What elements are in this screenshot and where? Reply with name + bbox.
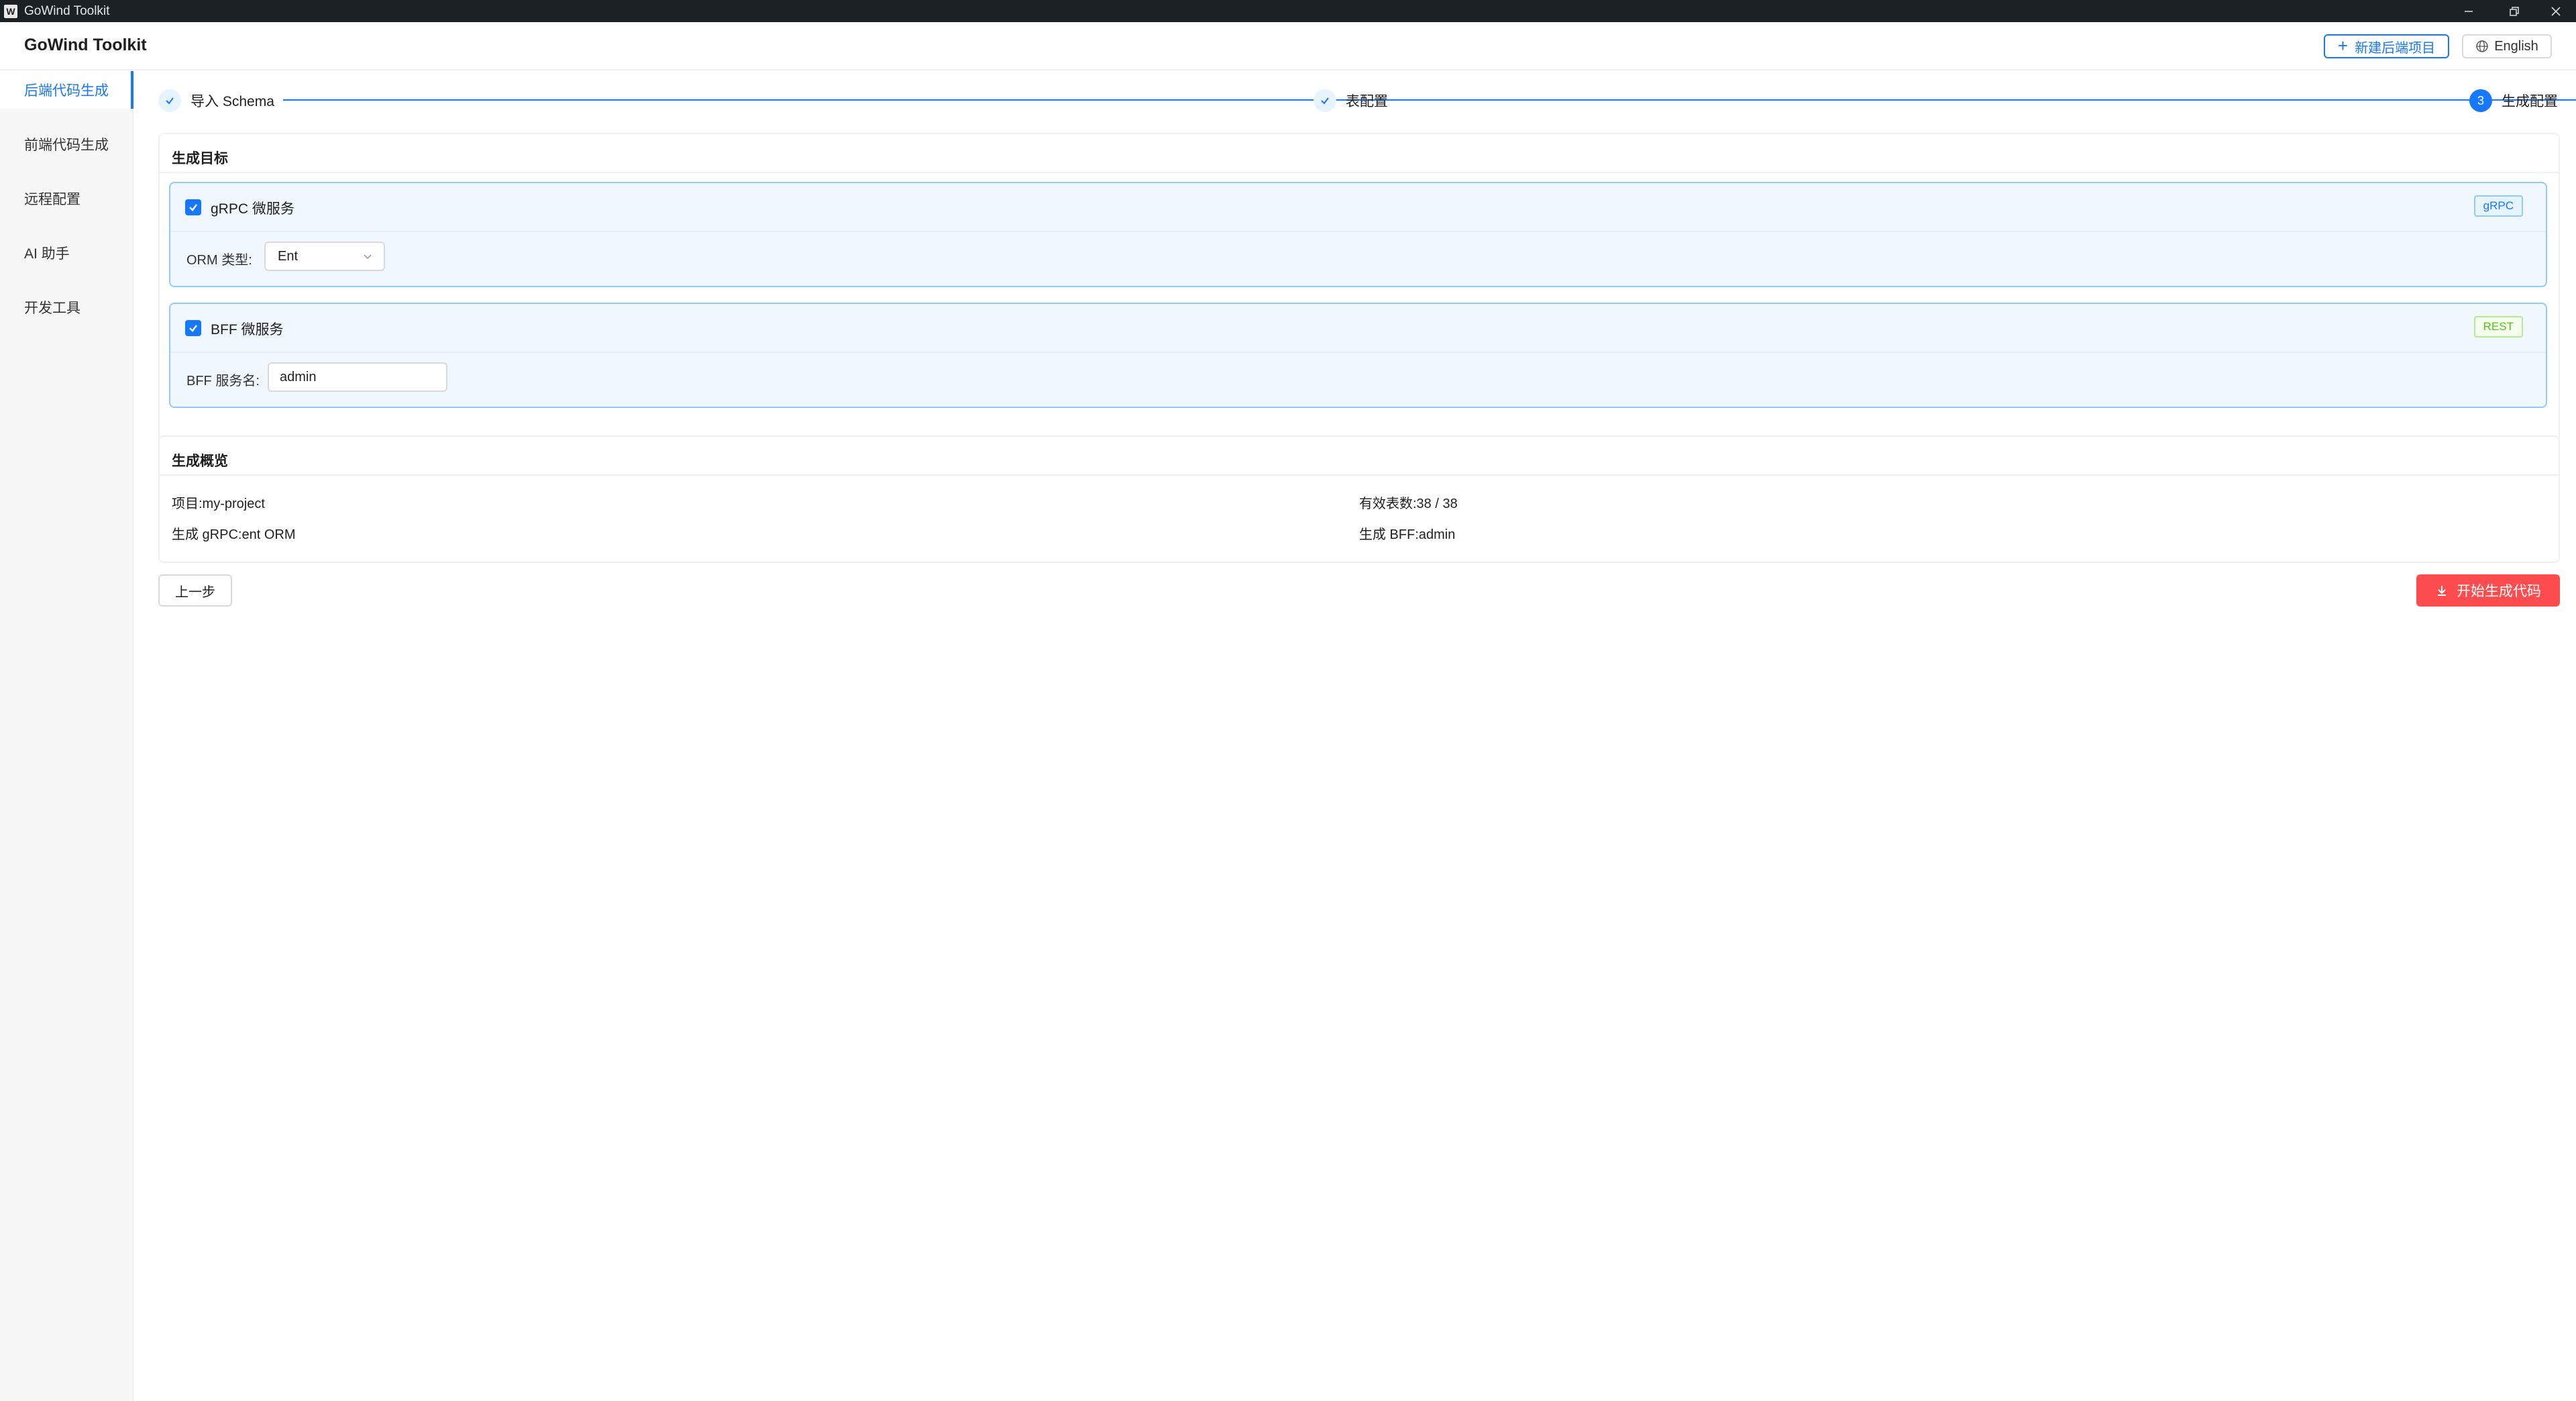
window-titlebar: W GoWind Toolkit	[0, 0, 2576, 22]
summary-project: 项目:my-project	[172, 497, 265, 511]
summary-grpc: 生成 gRPC:ent ORM	[172, 527, 296, 542]
window-title: GoWind Toolkit	[24, 3, 110, 18]
grpc-label: gRPC 微服务	[211, 201, 294, 217]
restore-button[interactable]	[2494, 0, 2534, 22]
divider	[160, 474, 2559, 476]
sidebar-item-backend-codegen[interactable]: 后端代码生成	[0, 71, 133, 109]
orm-type-value: Ent	[278, 248, 299, 264]
restore-icon	[2510, 6, 2519, 16]
bff-label: BFF 微服务	[211, 322, 284, 338]
start-generate-button[interactable]: 开始生成代码	[2416, 574, 2560, 607]
bff-checkbox[interactable]	[185, 320, 201, 336]
previous-step-button[interactable]: 上一步	[158, 574, 232, 607]
minimize-button[interactable]	[2449, 0, 2489, 22]
step-label: 导入 Schema	[191, 94, 274, 109]
check-icon	[158, 89, 181, 112]
check-icon	[189, 204, 197, 211]
sidebar-item-frontend-codegen[interactable]: 前端代码生成	[0, 125, 133, 163]
orm-type-select[interactable]: Ent	[264, 242, 385, 271]
bff-service-name-label: BFF 服务名:	[186, 374, 260, 388]
plus-icon: +	[2337, 35, 2349, 56]
grpc-target-panel: gRPC 微服务 gRPC ORM 类型: Ent	[169, 182, 2547, 287]
minimize-icon	[2465, 10, 2473, 12]
language-switch-button[interactable]: English	[2462, 34, 2552, 58]
generate-summary-card: 生成概览 项目:my-project 有效表数:38 / 38 生成 gRPC:…	[158, 435, 2560, 563]
generate-label: 开始生成代码	[2457, 584, 2541, 599]
sidebar-item-ai-assistant[interactable]: AI 助手	[0, 234, 133, 272]
close-icon	[2551, 6, 2561, 16]
step-number: 3	[2469, 89, 2492, 112]
sidebar: 后端代码生成 前端代码生成 远程配置 AI 助手 开发工具	[0, 71, 133, 1401]
step-label: 生成配置	[2502, 94, 2558, 109]
summary-table-count: 有效表数:38 / 38	[1359, 497, 1458, 511]
step-generate-config[interactable]: 3 生成配置	[2469, 87, 2558, 114]
grpc-tag: gRPC	[2473, 195, 2523, 217]
check-icon	[1313, 89, 1336, 112]
divider	[160, 172, 2559, 173]
close-button[interactable]	[2536, 0, 2576, 22]
divider	[170, 352, 2546, 353]
globe-icon	[2476, 40, 2488, 52]
card-title: 生成目标	[172, 151, 228, 166]
step-label: 表配置	[1346, 94, 1388, 109]
app-icon: W	[4, 4, 17, 18]
sidebar-item-dev-tools[interactable]: 开发工具	[0, 289, 133, 326]
new-backend-project-button[interactable]: + 新建后端项目	[2324, 34, 2449, 58]
step-connector	[1401, 99, 2576, 101]
bff-target-panel: BFF 微服务 REST BFF 服务名: admin	[169, 303, 2547, 408]
divider	[170, 231, 2546, 232]
check-icon	[189, 325, 197, 332]
download-icon	[2438, 586, 2446, 596]
card-title: 生成概览	[172, 454, 228, 469]
sidebar-item-remote-config[interactable]: 远程配置	[0, 180, 133, 217]
bff-service-name-input[interactable]: admin	[268, 362, 447, 392]
step-import-schema[interactable]: 导入 Schema	[158, 87, 274, 114]
step-table-config[interactable]: 表配置	[1313, 87, 1388, 114]
language-label: English	[2494, 38, 2538, 54]
app-header: GoWind Toolkit + 新建后端项目 English	[0, 22, 2576, 70]
summary-bff: 生成 BFF:admin	[1359, 527, 1456, 542]
grpc-checkbox[interactable]	[185, 199, 201, 215]
step-connector	[283, 99, 1437, 101]
bff-tag: REST	[2473, 316, 2523, 338]
orm-type-label: ORM 类型:	[186, 253, 252, 268]
new-project-label: 新建后端项目	[2355, 40, 2436, 56]
app-brand: GoWind Toolkit	[24, 36, 147, 54]
main-content: 导入 Schema 表配置 3 生成配置 生成目标 gRPC 微服务 gRPC …	[134, 71, 2576, 1401]
chevron-down-icon	[364, 254, 372, 260]
